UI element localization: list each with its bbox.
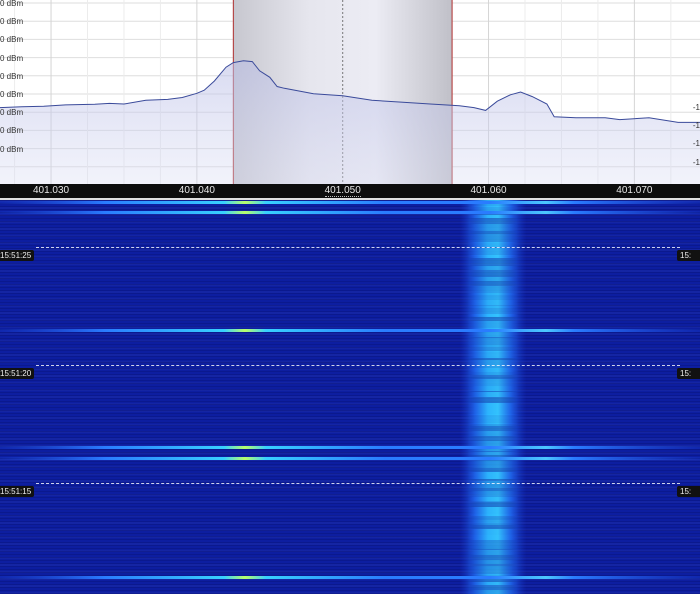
carrier-segment — [467, 472, 519, 479]
burst-line — [0, 211, 700, 214]
carrier-segment — [467, 566, 519, 575]
carrier-segment — [467, 550, 519, 555]
carrier-segment — [467, 582, 519, 585]
time-marker-label: 15:51:25 — [0, 250, 35, 261]
waterfall-carrier — [459, 200, 527, 594]
time-marker-line — [36, 365, 680, 366]
time-marker-label-right: 15: — [677, 486, 700, 497]
level-label: 0 dBm — [0, 90, 24, 99]
time-marker-label-right: 15: — [677, 368, 700, 379]
level-label-right: -1 — [692, 121, 700, 131]
carrier-segment — [467, 314, 519, 317]
carrier-segment — [467, 351, 519, 358]
carrier-segment — [467, 423, 519, 426]
frequency-tick-label: 401.030 — [32, 185, 70, 196]
time-marker-line — [36, 483, 680, 484]
frequency-scale[interactable]: 401.030 401.040 401.050 401.060 401.070 — [0, 184, 700, 198]
level-label: 0 dBm — [0, 53, 24, 63]
carrier-segment — [467, 590, 519, 594]
level-label: 0 dBm — [0, 108, 24, 118]
carrier-segment — [467, 497, 519, 501]
carrier-segment — [467, 248, 519, 256]
carrier-segment — [467, 234, 519, 243]
level-label-right: -1 — [692, 103, 700, 112]
burst-line — [0, 201, 700, 204]
carrier-segment — [467, 403, 519, 415]
level-label: 0 dBm — [0, 71, 24, 81]
level-label: 0 dBm — [0, 17, 24, 27]
carrier-segment — [467, 520, 519, 523]
time-marker-label-right: 15: — [677, 250, 700, 261]
frequency-tick-label: 401.040 — [178, 185, 215, 196]
carrier-segment — [467, 452, 519, 455]
level-label-right: -1 — [692, 139, 700, 149]
burst-line — [0, 576, 700, 579]
carrier-segment — [467, 368, 519, 375]
level-label: 0 dBm — [0, 0, 24, 8]
time-marker-label: 15:51:15 — [0, 486, 35, 497]
carrier-segment — [467, 392, 519, 397]
level-label-right: -1 — [692, 157, 700, 167]
level-label: 0 dBm — [0, 144, 24, 154]
burst-line — [0, 446, 700, 449]
level-label: 0 dBm — [0, 126, 24, 136]
carrier-segment — [467, 560, 519, 564]
frequency-tick-label: 401.060 — [470, 185, 507, 196]
carrier-segment — [467, 345, 519, 352]
level-label: 0 dBm — [0, 35, 24, 45]
carrier-segment — [467, 277, 519, 281]
burst-line — [0, 457, 700, 460]
carrier-segment — [467, 414, 519, 424]
carrier-segment — [467, 224, 519, 231]
carrier-segment — [467, 255, 519, 258]
waterfall-bursts — [0, 201, 700, 579]
time-marker-label: 15:51:20 — [0, 368, 35, 379]
carrier-segment — [467, 514, 519, 525]
frequency-center-marker — [324, 196, 361, 197]
carrier-segment — [467, 461, 519, 468]
carrier-segment — [467, 379, 519, 386]
carrier-segment — [467, 266, 519, 270]
spectrum-display[interactable]: 0 dBm 0 dBm 0 dBm 0 dBm 0 dBm 0 dBm 0 dBm 0 dBm… — [0, 0, 700, 184]
carrier-segment — [467, 206, 519, 211]
time-marker-line — [36, 247, 680, 248]
carrier-segment — [467, 386, 519, 391]
carrier-segment — [467, 431, 519, 436]
burst-line — [0, 329, 700, 332]
waterfall-display[interactable]: 15:51:25 15: 15:51:20 15: 15:51:15 15: — [0, 200, 700, 594]
carrier-segment — [467, 215, 519, 218]
frequency-tick-label: 401.050 — [324, 185, 361, 196]
carrier-segment — [467, 542, 519, 549]
waterfall-plot — [0, 200, 700, 594]
carrier-segment — [467, 535, 519, 542]
spectrum-plot — [0, 0, 700, 184]
sdr-application: 0 dBm 0 dBm 0 dBm 0 dBm 0 dBm 0 dBm 0 dBm 0 dBm… — [0, 0, 700, 594]
frequency-tick-label: 401.070 — [616, 185, 653, 196]
